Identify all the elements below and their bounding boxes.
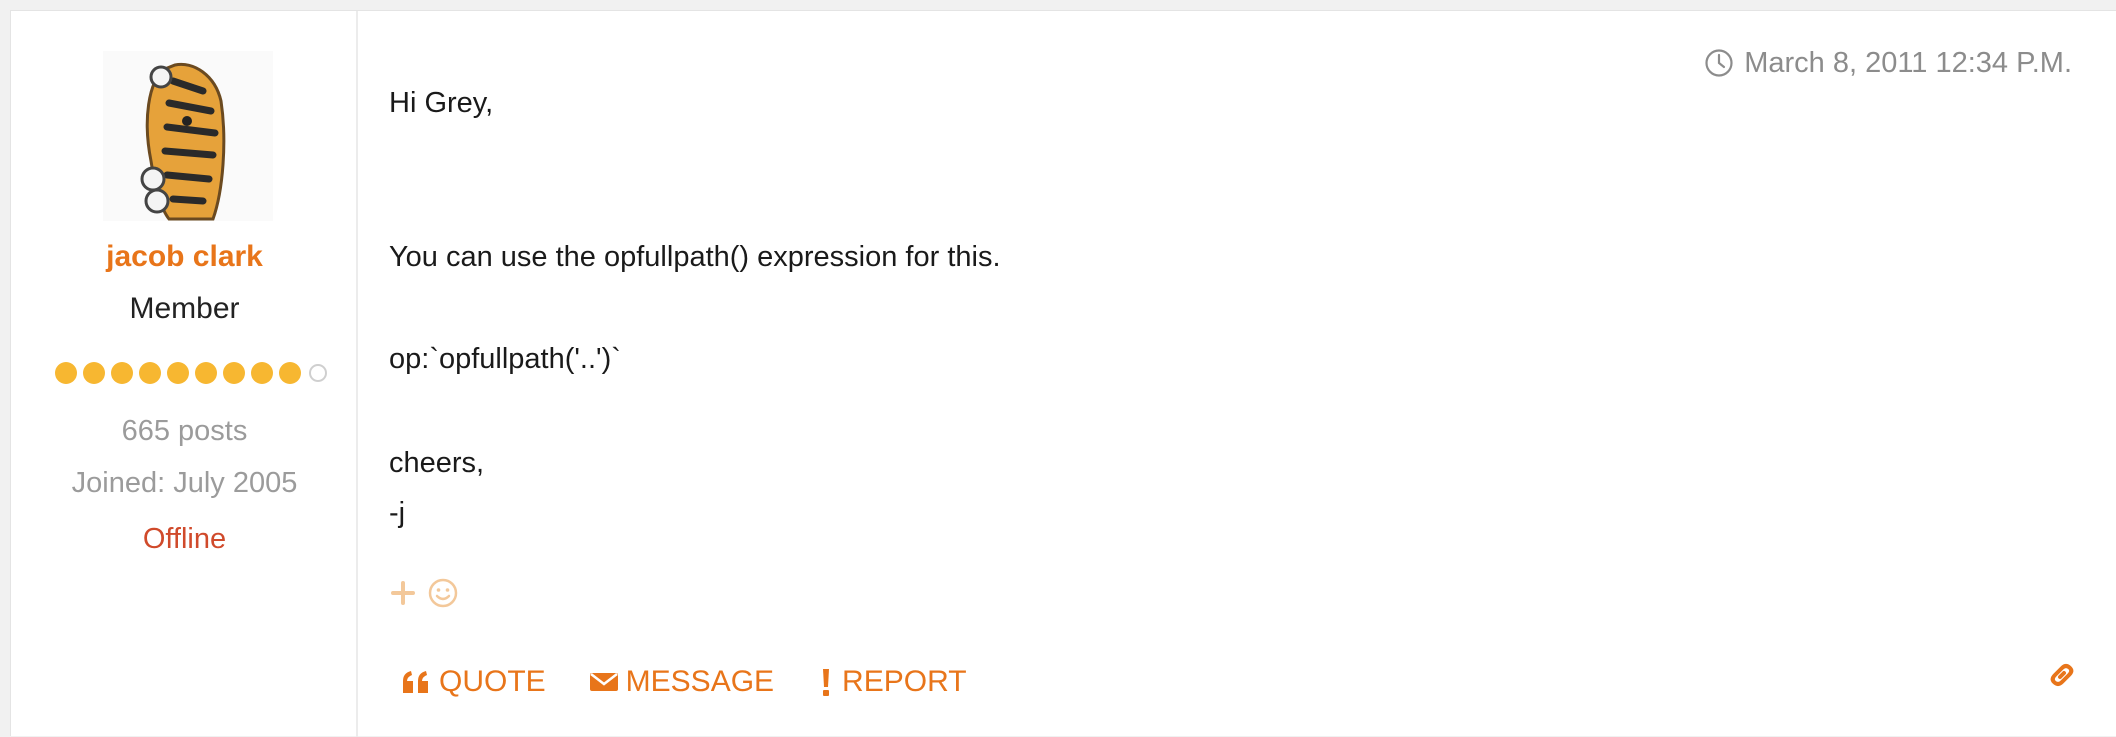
post-body-line: cheers, [389,447,485,479]
avatar-image [103,51,273,221]
author-joined-date: Joined: July 2005 [71,467,298,499]
rank-dot-filled [83,362,105,384]
rank-dot-filled [251,362,273,384]
quote-icon [401,669,431,695]
avatar[interactable] [103,51,273,221]
post-body-line: -j [389,497,406,529]
smiley-icon[interactable] [427,577,459,609]
rank-dot-filled [279,362,301,384]
post-timestamp[interactable]: March 8, 2011 12:34 P.M. [1704,45,2072,81]
post-actions: QUOTE MESSAGE REPORT [401,662,1011,702]
author-post-count: 665 posts [121,415,248,447]
plus-icon[interactable] [389,579,417,607]
quote-button[interactable]: QUOTE [401,662,546,702]
message-label: MESSAGE [625,665,775,698]
author-online-status: Offline [142,523,227,555]
clock-icon [1704,48,1734,78]
rank-dot-filled [195,362,217,384]
author-role: Member [129,292,240,325]
report-label: REPORT [842,665,967,698]
rank-dot-filled [55,362,77,384]
envelope-icon [589,671,618,693]
rank-dot-filled [167,362,189,384]
reaction-bar [389,577,459,609]
exclamation-icon [818,667,834,697]
permalink-button[interactable] [2046,659,2078,691]
post-body-line: You can use the opfullpath() expression … [389,241,1001,273]
rank-dot-filled [111,362,133,384]
quote-label: QUOTE [439,665,546,698]
rank-dot-filled [223,362,245,384]
rank-dot-filled [139,362,161,384]
author-panel: jacob clark Member 665 posts Joined: Jul… [11,11,358,737]
link-icon [2046,659,2078,691]
post-body-line: op:`opfullpath('..')` [389,343,621,375]
post-body-line: Hi Grey, [389,87,494,119]
timestamp-text: March 8, 2011 12:34 P.M. [1744,47,2072,79]
message-button[interactable]: MESSAGE [589,662,775,702]
rank-indicator [55,360,327,386]
forum-post: jacob clark Member 665 posts Joined: Jul… [10,10,2116,737]
rank-dot-empty [309,364,327,382]
author-name[interactable]: jacob clark [11,237,358,277]
report-button[interactable]: REPORT [818,662,967,702]
